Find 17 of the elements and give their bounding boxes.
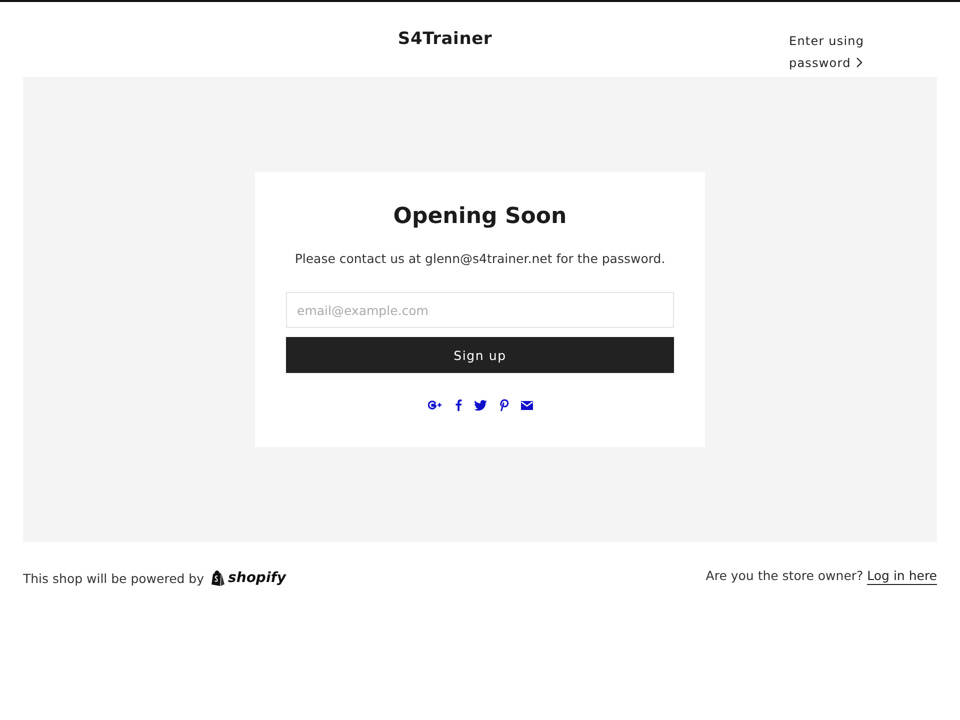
login-link[interactable]: Log in here: [867, 568, 937, 585]
google-plus-icon[interactable]: [428, 400, 442, 410]
bag-icon: [211, 570, 226, 586]
chevron-icon: [856, 57, 863, 68]
card-heading: Opening Soon: [393, 204, 567, 229]
store-owner-question: Are you the store owner?: [706, 568, 864, 583]
powered-by-text: This shop will be powered by: [23, 570, 204, 586]
shopify-logo[interactable]: shopify: [211, 570, 286, 586]
bird-icon[interactable]: [474, 400, 486, 410]
contact-message: Please contact us at glenn@s4trainer.net for the password.: [294, 251, 666, 266]
pin-icon[interactable]: [498, 399, 508, 411]
store-title: S4Trainer: [398, 28, 492, 49]
facebook-icon[interactable]: [454, 399, 462, 411]
email-field[interactable]: email@example.com: [286, 292, 674, 328]
signup-button[interactable]: Sign up: [286, 337, 674, 373]
enter-password-link[interactable]: Enter using password: [789, 30, 868, 74]
mail-icon[interactable]: [520, 400, 532, 410]
